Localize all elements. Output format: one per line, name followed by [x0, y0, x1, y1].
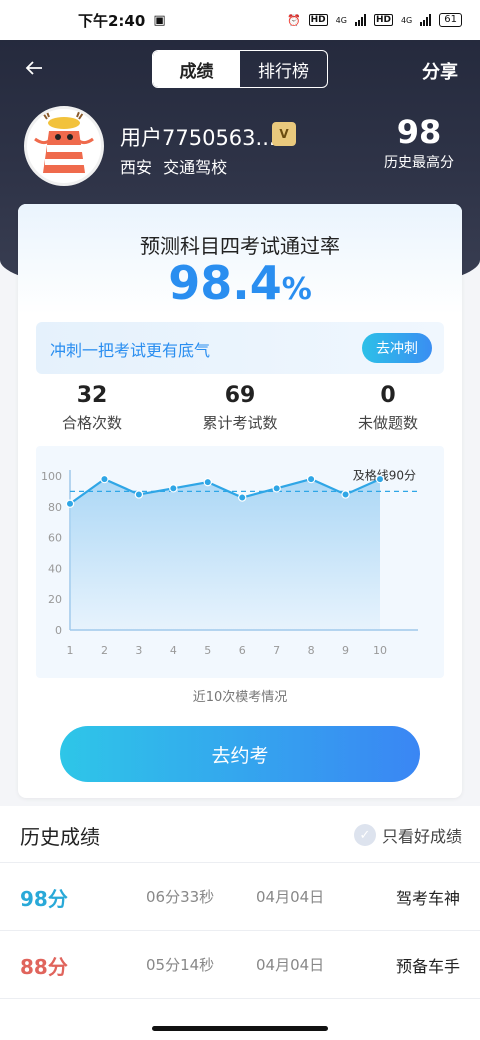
- user-school: 交通驾校: [163, 158, 228, 177]
- battery-icon: 61: [439, 13, 462, 27]
- network-label-2: 4G: [400, 15, 413, 25]
- y-tick-label: 100: [41, 470, 62, 483]
- history-row[interactable]: 98分 06分33秒 04月04日 驾考车神: [0, 862, 480, 930]
- profile-section: 用户7750563... V 西安 交通驾校 98 历史最高分: [24, 104, 464, 188]
- user-location: 西安 交通驾校: [120, 154, 227, 178]
- x-tick-label: 7: [273, 644, 280, 657]
- x-tick-label: 2: [101, 644, 108, 657]
- history-row[interactable]: 88分 05分14秒 04月04日 预备车手: [0, 930, 480, 998]
- history-list: 98分 06分33秒 04月04日 驾考车神 88分 05分14秒 04月04日…: [0, 862, 480, 998]
- hd-badge-1: HD: [308, 14, 328, 26]
- notification-icon: ▣: [153, 12, 166, 28]
- exam-stats: 32 合格次数 69 累计考试数 0 未做题数: [18, 382, 462, 438]
- pass-line-label: 及格线90分: [353, 467, 416, 482]
- history-rank-title: 驾考车神: [395, 889, 460, 908]
- tab-ranking[interactable]: 排行榜: [240, 51, 327, 87]
- status-bar: 下午2:40 ▣ ⏰ HD 4G HD 4G 61: [0, 0, 480, 40]
- battery-level: 61: [444, 14, 457, 25]
- score-point: [203, 477, 212, 487]
- history-date: 04月04日: [256, 956, 325, 974]
- score-point: [169, 484, 178, 493]
- user-city: 西安: [120, 158, 153, 177]
- good-scores-label: 只看好成绩: [381, 827, 462, 846]
- score-area: [70, 479, 380, 630]
- history-date: 04月04日: [256, 888, 325, 906]
- x-tick-label: 9: [342, 644, 349, 657]
- network-label-1: 4G: [335, 15, 347, 25]
- stat-value: 0: [380, 383, 396, 408]
- y-tick-label: 40: [48, 562, 62, 575]
- pass-rate-value: 98.4%: [18, 256, 462, 310]
- pass-rate-number: 98.4: [168, 256, 282, 310]
- score-point: [65, 499, 75, 508]
- signal-icon: [354, 14, 366, 26]
- home-indicator[interactable]: [152, 1026, 328, 1031]
- y-tick-label: 80: [48, 501, 62, 514]
- stat-label: 未做题数: [357, 414, 418, 432]
- mascot-avatar-icon: [34, 111, 94, 173]
- share-button[interactable]: 分享: [422, 58, 458, 84]
- status-icons: ⏰ HD 4G HD 4G 61: [287, 13, 462, 27]
- prediction-card: 预测科目四考试通过率 98.4% 冲刺一把考试更有底气 去冲刺 32 合格次数 …: [18, 204, 462, 798]
- score-point: [272, 484, 281, 493]
- y-tick-label: 0: [55, 624, 62, 637]
- chart-caption: 近10次模考情况: [192, 690, 288, 705]
- score-chart-svg: 0 20 40 60 80 100 及格线90分 1 2 3 4 5 6 7 8 9 10: [41, 467, 418, 657]
- history-score: 88分: [20, 955, 68, 979]
- score-chart: 0 20 40 60 80 100 及格线90分 1 2 3 4 5 6 7 8 9 10: [36, 446, 444, 678]
- x-tick-label: 8: [308, 644, 315, 657]
- sprint-banner-text: 冲刺一把考试更有底气: [50, 341, 211, 360]
- sprint-button[interactable]: 去冲刺: [362, 333, 432, 363]
- history-title: 历史成绩: [20, 825, 100, 849]
- top-navigation: 成绩 排行榜 分享: [0, 48, 480, 92]
- stat-label: 累计考试数: [202, 414, 278, 432]
- x-tick-label: 5: [204, 644, 211, 657]
- good-scores-filter[interactable]: ✓ 只看好成绩: [353, 823, 462, 847]
- best-score-label: 历史最高分: [384, 155, 454, 171]
- stat-value: 69: [224, 383, 256, 408]
- score-point: [306, 474, 316, 484]
- stat-total-exams: 69 累计考试数: [166, 382, 314, 438]
- x-tick-label: 6: [239, 644, 246, 657]
- tab-scores[interactable]: 成绩: [153, 51, 240, 87]
- stat-undone: 0 未做题数: [314, 382, 462, 438]
- history-row-partial: [0, 998, 480, 1040]
- y-tick-label: 20: [48, 593, 62, 606]
- x-tick-label: 10: [373, 644, 387, 657]
- history-score: 98分: [20, 887, 68, 911]
- book-exam-button[interactable]: 去约考: [60, 726, 420, 782]
- tab-switcher: 成绩 排行榜: [152, 50, 328, 88]
- x-tick-label: 1: [67, 644, 74, 657]
- best-score: 98 历史最高分: [374, 114, 464, 172]
- stat-passed: 32 合格次数: [18, 382, 166, 438]
- check-circle-icon: ✓: [353, 824, 376, 846]
- score-point: [100, 474, 109, 484]
- score-point: [134, 490, 144, 499]
- history-rank-title: 预备车手: [395, 957, 460, 976]
- vip-badge-icon: V: [272, 122, 296, 146]
- arrow-left-icon: [25, 61, 42, 75]
- score-point: [341, 490, 350, 499]
- x-tick-label: 4: [170, 644, 177, 657]
- score-point: [375, 474, 385, 484]
- pass-rate-unit: %: [281, 272, 312, 307]
- avatar[interactable]: [24, 106, 104, 186]
- username: 用户7750563...: [120, 126, 276, 150]
- best-score-value: 98: [396, 113, 442, 151]
- stat-label: 合格次数: [61, 414, 122, 432]
- pass-rate-title: 预测科目四考试通过率: [140, 234, 340, 258]
- hd-badge-2: HD: [373, 14, 393, 26]
- alarm-icon: ⏰: [286, 13, 301, 27]
- status-time: 下午2:40: [78, 11, 146, 30]
- history-header: 历史成绩 ✓ 只看好成绩: [0, 806, 480, 862]
- y-tick-label: 60: [48, 532, 62, 545]
- back-button[interactable]: [22, 56, 50, 84]
- sprint-banner: 冲刺一把考试更有底气 去冲刺: [36, 322, 444, 374]
- x-tick-label: 3: [135, 644, 142, 657]
- history-duration: 05分14秒: [146, 956, 215, 974]
- stat-value: 32: [76, 383, 108, 408]
- score-point: [238, 493, 247, 502]
- signal-icon: [420, 14, 432, 26]
- history-duration: 06分33秒: [146, 888, 215, 906]
